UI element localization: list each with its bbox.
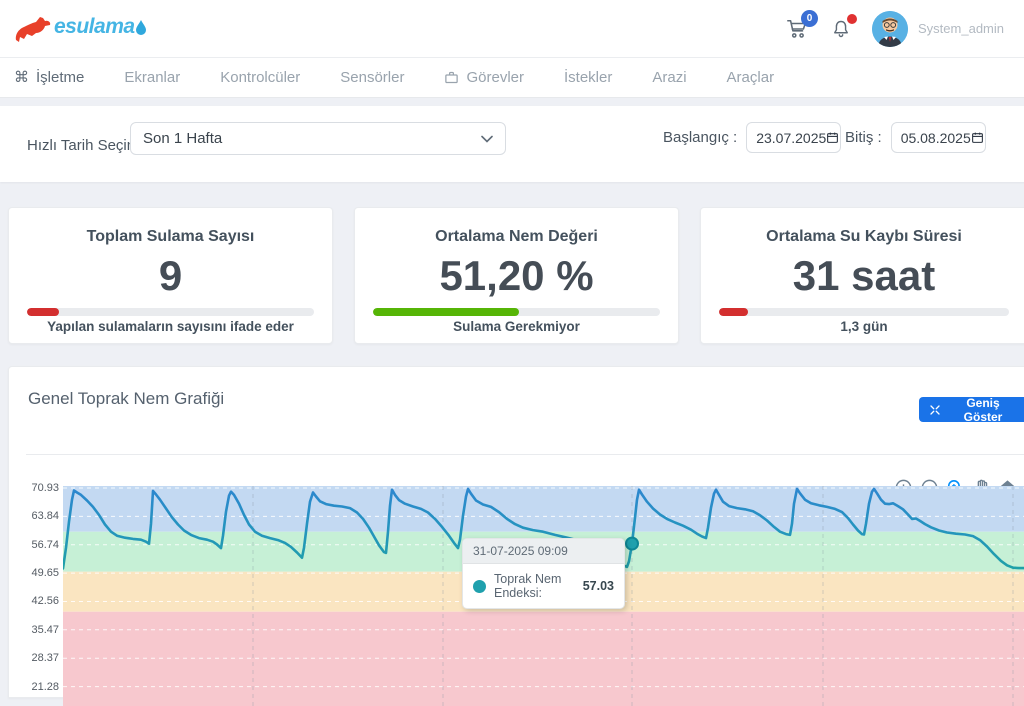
nav-item-istekler[interactable]: İstekler: [564, 69, 612, 86]
calendar-icon: [971, 131, 984, 144]
stat-value: 31 saat: [719, 254, 1009, 298]
divider: [26, 454, 1024, 455]
stat-card-water-loss: Ortalama Su Kaybı Süresi 31 saat 1,3 gün: [700, 207, 1024, 344]
calendar-icon: [826, 131, 839, 144]
nav-item-araclar[interactable]: Araçlar: [727, 69, 775, 86]
stat-card-avg-moisture: Ortalama Nem Değeri 51,20 % Sulama Gerek…: [354, 207, 679, 344]
tooltip-value: 57.03: [583, 579, 614, 593]
y-tick-label: 21.28: [31, 681, 59, 693]
stat-caption: Sulama Gerekmiyor: [373, 319, 660, 334]
start-date-group: Başlangıç : 23.07.2025: [663, 122, 841, 153]
nav-item-arazi[interactable]: Arazi: [652, 69, 686, 86]
stat-progress-track: [27, 308, 314, 316]
nav-item-ekranlar[interactable]: Ekranlar: [124, 69, 180, 86]
nav-label: Kontrolcüler: [220, 69, 300, 86]
start-date-label: Başlangıç :: [663, 129, 737, 146]
briefcase-icon: [444, 70, 459, 85]
y-tick-label: 49.65: [31, 567, 59, 579]
y-tick-label: 42.56: [31, 595, 59, 607]
expand-icon: [929, 404, 941, 416]
brand-name: esulama: [54, 15, 135, 39]
nav-label: İşletme: [36, 69, 84, 86]
y-tick-label: 28.37: [31, 652, 59, 664]
tooltip-datetime: 31-07-2025 09:09: [463, 539, 624, 564]
notifications-button[interactable]: [828, 16, 854, 42]
top-header: esulama 0: [0, 0, 1024, 58]
stat-progress-fill: [27, 308, 59, 316]
tooltip-series-label: Toprak Nem Endeksi:: [494, 572, 575, 600]
stat-value: 51,20 %: [373, 254, 660, 298]
end-date-group: Bitiş : 05.08.2025: [845, 122, 986, 153]
stat-value: 9: [27, 254, 314, 298]
end-date-input[interactable]: 05.08.2025: [891, 122, 986, 153]
end-date-value: 05.08.2025: [901, 130, 971, 146]
stat-progress-fill: [373, 308, 519, 316]
nav-label: Ekranlar: [124, 69, 180, 86]
quick-date-select[interactable]: Son 1 Hafta: [130, 122, 506, 155]
chart-tooltip: 31-07-2025 09:09 Toprak Nem Endeksi: 57.…: [462, 538, 625, 609]
nav-item-sensorler[interactable]: Sensörler: [340, 69, 404, 86]
stat-caption: Yapılan sulamaların sayısını ifade eder: [27, 319, 314, 334]
soil-moisture-card: Genel Toprak Nem Grafiği Geniş Göster: [8, 366, 1024, 698]
brand-logo[interactable]: esulama: [12, 10, 147, 44]
command-icon: ⌘: [14, 70, 29, 85]
water-drop-icon: [135, 19, 147, 35]
stat-progress-track: [719, 308, 1009, 316]
stat-card-total-irrigation: Toplam Sulama Sayısı 9 Yapılan sulamalar…: [8, 207, 333, 344]
main-nav: ⌘ İşletme Ekranlar Kontrolcüler Sensörle…: [0, 58, 1024, 98]
chart-title: Genel Toprak Nem Grafiği: [28, 389, 224, 409]
date-filter-bar: Hızlı Tarih Seçimi : Son 1 Hafta Başlang…: [0, 106, 1024, 182]
horse-logo-icon: [12, 10, 52, 44]
expand-button-label: Geniş Göster: [947, 396, 1019, 424]
nav-item-isletme[interactable]: ⌘ İşletme: [14, 69, 84, 86]
nav-item-gorevler[interactable]: Görevler: [444, 69, 524, 86]
nav-label: Araçlar: [727, 69, 775, 86]
nav-label: Arazi: [652, 69, 686, 86]
nav-item-kontrolculer[interactable]: Kontrolcüler: [220, 69, 300, 86]
avatar[interactable]: [872, 11, 908, 47]
stat-caption: 1,3 gün: [719, 319, 1009, 334]
start-date-value: 23.07.2025: [756, 130, 826, 146]
stat-title: Ortalama Nem Değeri: [373, 228, 660, 246]
y-axis-labels: 70.9363.8456.7449.6542.5635.4728.3721.28: [9, 486, 59, 706]
stat-progress-track: [373, 308, 660, 316]
notification-dot: [847, 14, 857, 24]
stat-progress-fill: [719, 308, 748, 316]
series-dot-icon: [473, 580, 486, 593]
cart-button[interactable]: 0: [784, 16, 810, 42]
nav-label: İstekler: [564, 69, 612, 86]
expand-chart-button[interactable]: Geniş Göster: [919, 397, 1024, 422]
chevron-down-icon: [481, 135, 493, 143]
y-tick-label: 35.47: [31, 624, 59, 636]
cart-badge: 0: [801, 10, 818, 27]
start-date-input[interactable]: 23.07.2025: [746, 122, 841, 153]
quick-date-value: Son 1 Hafta: [143, 130, 222, 147]
nav-label: Sensörler: [340, 69, 404, 86]
y-tick-label: 63.84: [31, 510, 59, 522]
nav-label: Görevler: [466, 69, 524, 86]
end-date-label: Bitiş :: [845, 129, 882, 146]
stat-title: Ortalama Su Kaybı Süresi: [719, 228, 1009, 246]
y-tick-label: 56.74: [31, 539, 59, 551]
stat-title: Toplam Sulama Sayısı: [27, 228, 314, 246]
username: System_admin: [918, 21, 1004, 36]
y-tick-label: 70.93: [31, 482, 59, 494]
